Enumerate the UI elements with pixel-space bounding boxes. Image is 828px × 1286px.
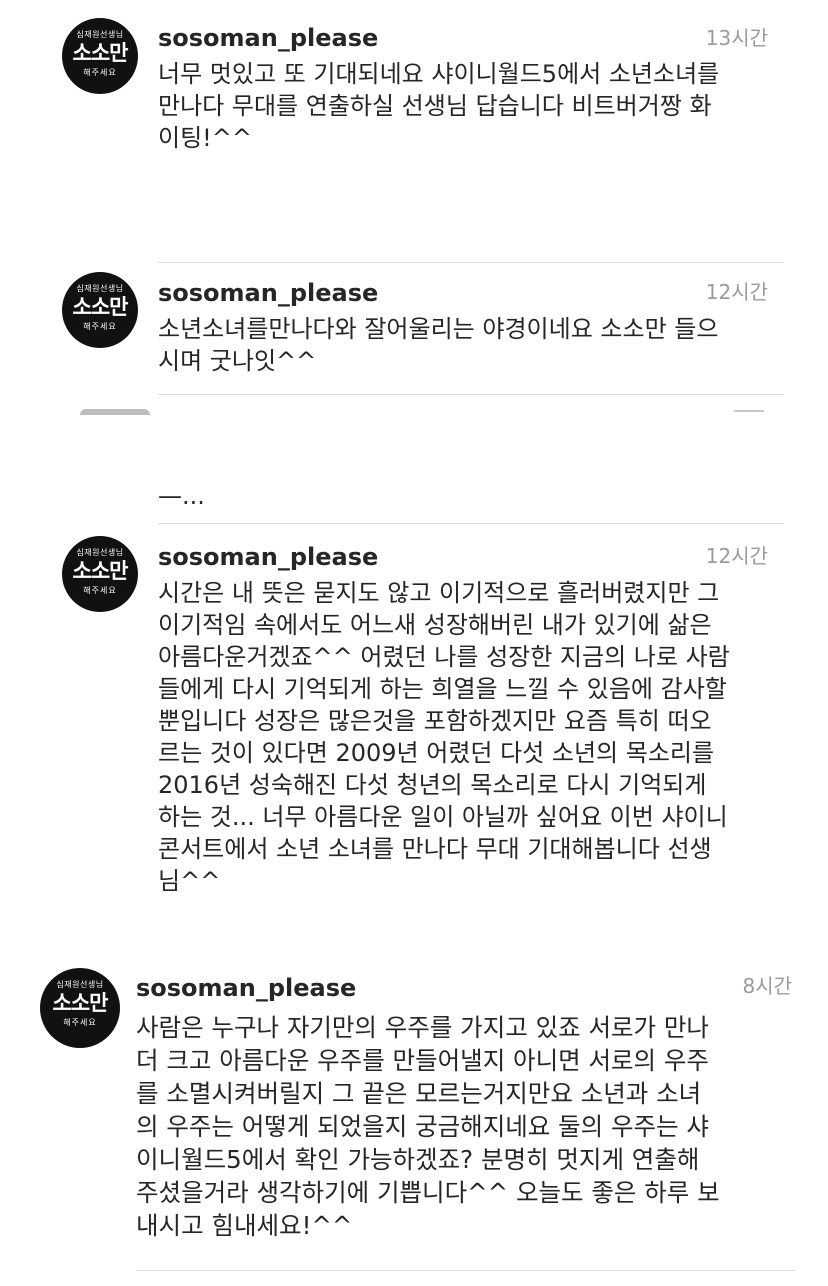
comment-timestamp: 12시간 xyxy=(705,280,768,304)
comment-username[interactable]: sosoman_please xyxy=(158,279,378,307)
profile-avatar[interactable]: 심재원선생님 소소만 해주세요 xyxy=(40,968,120,1048)
comment-text-truncated: —... xyxy=(158,482,205,510)
partial-timestamp xyxy=(734,410,764,412)
avatar-main-text: 소소만 xyxy=(72,295,129,319)
comment-divider xyxy=(158,523,784,524)
partial-avatar xyxy=(80,409,150,415)
comment-timestamp: 13시간 xyxy=(705,26,768,50)
avatar-main-text: 소소만 xyxy=(52,991,109,1015)
comment-divider xyxy=(158,394,784,395)
comment-text: 사람은 누구나 자기만의 우주를 가지고 있죠 서로가 만나 더 크고 아름다운… xyxy=(136,1013,720,1240)
comment-divider xyxy=(158,262,784,263)
avatar-bottom-text: 해주세요 xyxy=(83,586,117,595)
avatar-bottom-text: 해주세요 xyxy=(83,68,117,77)
avatar-bottom-text: 해주세요 xyxy=(63,1018,97,1027)
comment-timestamp: 8시간 xyxy=(742,974,792,998)
comment-username[interactable]: sosoman_please xyxy=(158,543,378,571)
avatar-top-text: 심재원선생님 xyxy=(76,30,124,39)
comment-username[interactable]: sosoman_please xyxy=(158,24,378,52)
comment-divider xyxy=(136,1270,796,1271)
comment-text: 너무 멋있고 또 기대되네요 샤이니월드5에서 소년소녀를 만나다 무대를 연출… xyxy=(158,60,720,152)
comment-username[interactable]: sosoman_please xyxy=(136,974,356,1002)
avatar-bottom-text: 해주세요 xyxy=(83,322,117,331)
avatar-top-text: 심재원선생님 xyxy=(56,980,104,989)
profile-avatar[interactable]: 심재원선생님 소소만 해주세요 xyxy=(62,536,138,612)
profile-avatar[interactable]: 심재원선생님 소소만 해주세요 xyxy=(62,272,138,348)
avatar-top-text: 심재원선생님 xyxy=(76,548,124,557)
profile-avatar[interactable]: 심재원선생님 소소만 해주세요 xyxy=(62,18,138,94)
comment-text: 시간은 내 뜻은 묻지도 않고 이기적으로 흘러버렸지만 그 이기적임 속에서도… xyxy=(158,579,730,895)
avatar-main-text: 소소만 xyxy=(72,559,129,583)
avatar-top-text: 심재원선생님 xyxy=(76,284,124,293)
comment-timestamp: 12시간 xyxy=(705,544,768,568)
comment-text: 소년소녀를만나다와 잘어울리는 야경이네요 소소만 들으 시며 굿나잇^^ xyxy=(158,315,719,375)
avatar-main-text: 소소만 xyxy=(72,41,129,65)
